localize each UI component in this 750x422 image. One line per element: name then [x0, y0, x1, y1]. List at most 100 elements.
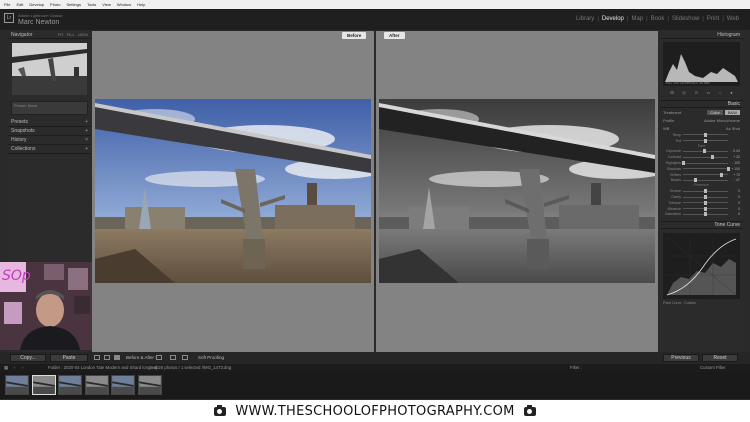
close-icon[interactable]: × — [85, 137, 88, 143]
after-photo[interactable] — [379, 99, 655, 283]
profile-dropdown[interactable]: Adobe Monochrome — [704, 118, 740, 123]
slider-handle[interactable] — [711, 155, 715, 160]
forward-arrow-icon[interactable]: › — [22, 365, 23, 370]
filmstrip-thumbnail[interactable] — [31, 375, 56, 395]
module-web[interactable]: Web — [724, 16, 742, 22]
swap-icon[interactable] — [156, 355, 162, 360]
histogram-header[interactable]: Histogram — [660, 31, 743, 39]
slider-track[interactable] — [683, 166, 730, 171]
slider-handle[interactable] — [704, 212, 707, 217]
filmstrip-thumbnail[interactable] — [111, 375, 135, 395]
custom-filter-dropdown[interactable]: Custom Filter — [700, 365, 726, 370]
slider-handle[interactable] — [704, 138, 707, 143]
zoom-100[interactable]: 100% — [78, 32, 88, 37]
brush-icon[interactable]: ● — [730, 90, 732, 95]
radial-filter-icon[interactable]: ○ — [719, 90, 721, 95]
split-view-icon[interactable] — [114, 355, 120, 360]
reset-button[interactable]: Reset — [702, 354, 738, 362]
slider-value[interactable]: 0 — [728, 195, 740, 199]
section-snapshots[interactable]: Snapshots + — [8, 127, 91, 136]
menu-develop[interactable]: Develop — [29, 2, 44, 7]
menu-settings[interactable]: Settings — [67, 2, 81, 7]
slider-value[interactable]: 0 — [728, 189, 740, 193]
module-book[interactable]: Book — [648, 16, 668, 22]
slider-value[interactable]: - 100 — [728, 161, 740, 165]
menu-tools[interactable]: Tools — [87, 2, 96, 7]
slider-handle[interactable] — [704, 132, 707, 137]
menu-photo[interactable]: Photo — [50, 2, 60, 7]
copy-settings-icon[interactable] — [170, 355, 176, 360]
slider-value[interactable]: + 70 — [728, 173, 740, 177]
before-photo[interactable] — [95, 99, 371, 283]
menu-file[interactable]: File — [4, 2, 10, 7]
module-slideshow[interactable]: Slideshow — [669, 16, 702, 22]
crop-icon[interactable]: ⊞ — [670, 90, 673, 95]
slider-track[interactable] — [683, 189, 728, 194]
redeye-icon[interactable]: ⊙ — [695, 90, 698, 95]
filmstrip-thumbnail[interactable] — [84, 375, 109, 395]
navigator-preview[interactable] — [12, 43, 87, 95]
slider-track[interactable] — [683, 178, 728, 183]
module-library[interactable]: Library — [573, 16, 597, 22]
slider-value[interactable]: + 100 — [728, 167, 740, 171]
slider-track[interactable] — [683, 200, 728, 205]
graduated-filter-icon[interactable]: ▭ — [707, 90, 711, 95]
slider-handle[interactable] — [704, 195, 707, 200]
back-arrow-icon[interactable]: ‹ — [14, 365, 15, 370]
copy-button[interactable]: Copy... — [10, 354, 46, 362]
filmstrip-thumbnail[interactable] — [5, 375, 29, 395]
navigator-header[interactable]: Navigator FIT FILL 100% — [8, 31, 91, 39]
slider-track[interactable] — [683, 212, 728, 217]
wb-dropdown[interactable]: As Shot — [726, 126, 740, 131]
slider-track[interactable] — [683, 132, 728, 137]
menu-edit[interactable]: Edit — [16, 2, 23, 7]
slider-value[interactable]: 0 — [728, 201, 740, 205]
view-mode-label[interactable]: Before & After : — [126, 355, 157, 360]
soft-proofing-checkbox[interactable]: Soft Proofing — [198, 355, 224, 360]
plus-icon[interactable]: + — [85, 146, 88, 152]
histogram[interactable]: ISO 100 16 mm f/8.0 30 sec — [663, 42, 740, 86]
slider-handle[interactable] — [693, 178, 697, 183]
zoom-fill[interactable]: FILL — [67, 32, 75, 37]
slider-handle[interactable] — [681, 161, 685, 166]
grid-icon[interactable]: ▦ — [4, 365, 8, 371]
treatment-bw-button[interactable]: B&W — [724, 109, 740, 115]
zoom-fit[interactable]: FIT — [58, 32, 64, 37]
slider-value[interactable]: - 0.04 — [728, 149, 740, 153]
slider-handle[interactable] — [703, 149, 707, 154]
plus-icon[interactable]: + — [85, 119, 88, 125]
treatment-color-button[interactable]: Color — [707, 109, 723, 115]
slider-value[interactable]: 0 — [728, 207, 740, 211]
slider-handle[interactable] — [704, 189, 707, 194]
filmstrip-thumbnail[interactable] — [58, 375, 82, 395]
tone-curve-header[interactable]: Tone Curve — [660, 221, 743, 230]
plus-icon[interactable]: + — [85, 128, 88, 134]
slider-handle[interactable] — [719, 172, 723, 177]
menu-view[interactable]: View — [102, 2, 111, 7]
section-collections[interactable]: Collections + — [8, 145, 91, 154]
slider-value[interactable]: 0 — [728, 212, 740, 216]
slider-track[interactable] — [683, 155, 728, 160]
slider-value[interactable]: + 32 — [728, 155, 740, 159]
folder-path[interactable]: Folder : 2020-04 London Tate Modern and … — [48, 365, 159, 370]
slider-track[interactable] — [683, 149, 728, 154]
menu-help[interactable]: Help — [137, 2, 145, 7]
slider-handle[interactable] — [704, 206, 707, 211]
loupe-view-icon[interactable] — [94, 355, 100, 360]
slider-track[interactable] — [683, 138, 728, 143]
slider-value[interactable]: - 47 — [728, 178, 740, 182]
slider-handle[interactable] — [704, 200, 707, 205]
previous-button[interactable]: Previous — [663, 354, 699, 362]
slider-track[interactable] — [683, 172, 728, 177]
spot-removal-icon[interactable]: ◎ — [682, 90, 686, 95]
menu-window[interactable]: Window — [117, 2, 131, 7]
before-after-icon[interactable] — [104, 355, 110, 360]
point-curve-dropdown[interactable]: Custom — [684, 301, 696, 305]
slider-handle[interactable] — [726, 166, 730, 171]
slider-track[interactable] — [681, 161, 728, 166]
tone-curve-graph[interactable] — [663, 233, 740, 300]
slider-track[interactable] — [683, 195, 728, 200]
paste-button[interactable]: Paste — [50, 354, 88, 362]
module-develop[interactable]: Develop — [599, 16, 627, 22]
section-presets[interactable]: Presets + — [8, 118, 91, 127]
